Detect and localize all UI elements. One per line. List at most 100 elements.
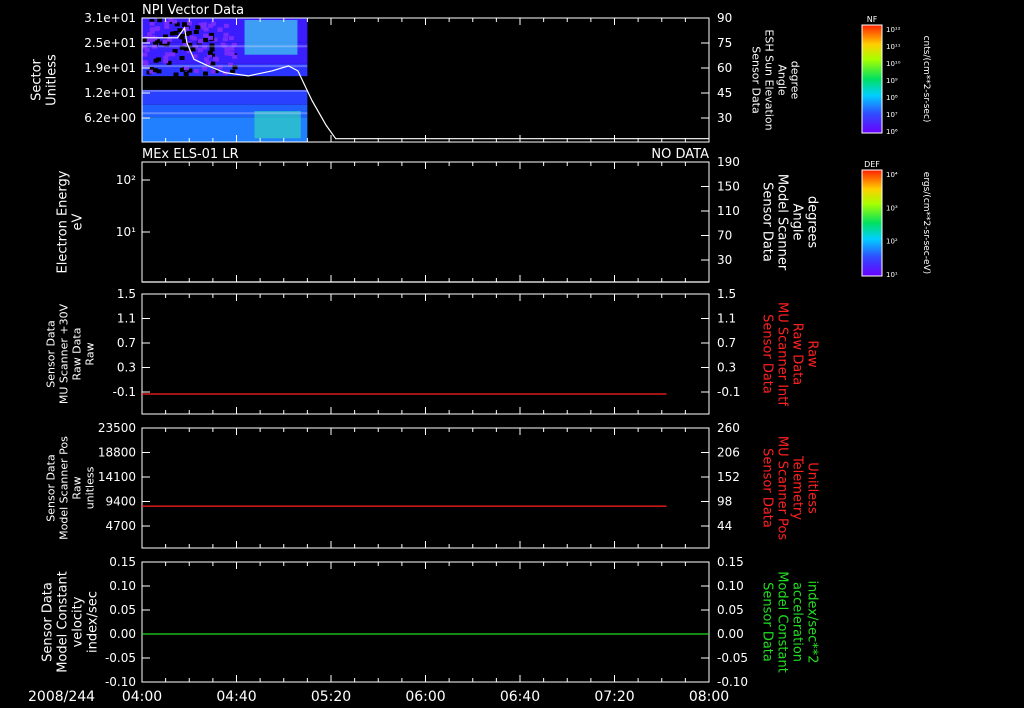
heatmap-cell xyxy=(229,46,235,51)
colorbar-label: NF xyxy=(867,15,878,24)
y-axis-label-left: Sensor Data Model Constant velocity index/s… xyxy=(41,571,101,673)
heatmap-cell xyxy=(189,35,195,40)
y-label-left-line: Sector xyxy=(30,58,45,100)
colorbar-tick-label: 10¹⁰ xyxy=(886,60,901,68)
heatmap-cell xyxy=(202,71,208,76)
heatmap-cell xyxy=(203,27,209,32)
y-tick-label-right: 0.05 xyxy=(717,603,744,617)
heatmap-cell xyxy=(147,32,153,37)
y-label-right-line: Raw xyxy=(805,340,820,368)
y-tick-label-left: 0.10 xyxy=(109,579,136,593)
y-tick-label-right: 0.3 xyxy=(717,361,736,375)
heatmap-cell xyxy=(193,68,199,73)
heatmap-row xyxy=(142,65,308,68)
y-tick-label-left: 1.9e+01 xyxy=(84,61,136,75)
y-tick-label-right: 190 xyxy=(717,155,740,169)
y-label-left-line: Model Constant xyxy=(56,571,71,673)
heatmap-cell xyxy=(153,58,159,63)
y-tick-label-right: 30 xyxy=(717,253,732,267)
panel-frame xyxy=(141,561,710,683)
y-tick-label-left: 6.2e+00 xyxy=(84,111,136,125)
y-tick-label-right: 110 xyxy=(717,204,740,218)
y-label-right-line: Sensor Data xyxy=(760,582,775,662)
y-tick-label-right: 1.1 xyxy=(717,312,736,326)
heatmap-cell xyxy=(142,52,148,57)
y-axis-label-right: Sensor Data Model Scanner Angle degrees xyxy=(760,174,820,271)
time-series-figure: 3.1e+01 2.5e+01 1.9e+01 1.2e+01 6.2e+00 90 75 6… xyxy=(28,3,931,705)
y-tick-label-right: -0.1 xyxy=(717,385,740,399)
panel-frame xyxy=(141,161,710,283)
y-label-right-line: Sensor Data xyxy=(750,46,763,113)
y-label-right-line: Angle xyxy=(790,204,805,241)
heatmap-cell xyxy=(172,19,178,24)
heatmap-cell xyxy=(163,59,169,64)
heatmap-cell xyxy=(223,23,229,28)
heatmap-cell xyxy=(179,35,185,40)
y-tick-label-left: 2.5e+01 xyxy=(84,36,136,50)
heatmap-band xyxy=(244,20,298,55)
x-tick-label: 07:20 xyxy=(594,689,634,705)
y-axis-label-left: Sensor Data Model Scanner Pos Raw unitless xyxy=(45,436,97,540)
heatmap-cell xyxy=(212,56,218,61)
panel-p5: 0.15 0.10 0.05 0.00 -0.05 -0.10 0.15 0.10 0.05 0.… xyxy=(41,555,820,689)
heatmap-cell xyxy=(223,32,229,37)
y-label-left-line: Electron Energy xyxy=(56,170,71,273)
heatmap-cell xyxy=(190,47,196,52)
colorbar-tick-label: 10² xyxy=(886,238,898,246)
y-tick-label-right: 152 xyxy=(717,470,740,484)
heatmap-cell xyxy=(162,39,168,44)
heatmap-cell xyxy=(210,21,216,26)
y-label-right-line: Model Scanner xyxy=(775,174,790,271)
heatmap-band xyxy=(142,89,308,105)
y-tick-label-right: 260 xyxy=(717,421,740,435)
y-axis-label-left: Sector Unitless xyxy=(30,54,60,106)
x-tick-label: 05:20 xyxy=(311,689,351,705)
heatmap-row xyxy=(142,112,308,115)
colorbar-tick-label: 10⁴ xyxy=(886,171,898,179)
y-label-left-line: Raw xyxy=(84,342,97,365)
y-tick-label-left: 4700 xyxy=(105,519,136,533)
panel-p2: 10² 10¹ 190 150 110 70 30 MEx ELS-01 LR NO DATA E… xyxy=(56,147,820,283)
colorbar-units-text: ergs/(cm**2-sr-sec-eV) xyxy=(921,172,931,274)
y-tick-label-right: 1.5 xyxy=(717,287,736,301)
heatmap-cell xyxy=(156,69,162,74)
heatmap-cell xyxy=(207,35,213,40)
colorbar-tick-label: 10¹¹ xyxy=(886,43,901,51)
y-tick-label-right: 44 xyxy=(717,519,732,533)
y-tick-label-right: 0.15 xyxy=(717,555,744,569)
panel-p1: 3.1e+01 2.5e+01 1.9e+01 1.2e+01 6.2e+00 90 75 6… xyxy=(30,3,802,143)
heatmap-cell xyxy=(228,51,234,56)
y-label-right-line: Model Constant xyxy=(775,571,790,673)
y-label-right-line: Raw Data xyxy=(790,323,805,386)
heatmap-cell xyxy=(149,21,155,26)
colorbar-p2: DEF 10⁴ 10³ 10² 10¹ ergs/(cm**2-sr-sec-eV) xyxy=(861,160,931,279)
y-axis-label-left: Sensor Data MU Scanner +30V Raw Data Raw xyxy=(45,303,97,404)
heatmap-cell xyxy=(209,47,215,52)
y-label-right-line: ESH Sun Elevation xyxy=(763,29,776,130)
y-axis-label-right: Sensor Data MU Scanner Intf Raw Data Raw xyxy=(760,302,820,406)
y-tick-label-left: 14100 xyxy=(98,470,136,484)
y-tick-label-left: 10¹ xyxy=(116,225,136,239)
heatmap-cell xyxy=(182,22,188,27)
heatmap-cell xyxy=(210,69,216,74)
y-axis-label-right: Sensor Data MU Scanner Pos Telemetry Unitle… xyxy=(760,436,820,541)
y-label-left-line: Raw xyxy=(71,476,84,499)
colorbar-tick-label: 10¹² xyxy=(886,26,901,34)
panel-title: MEx ELS-01 LR xyxy=(142,147,239,162)
y-label-right-line: degree xyxy=(789,61,802,100)
y-tick-label-right: 70 xyxy=(717,229,732,243)
heatmap-cell xyxy=(179,55,185,60)
y-tick-label-left: 0.7 xyxy=(117,336,136,350)
colorbar-gradient xyxy=(861,24,883,134)
colorbar-p1: NF 10¹² 10¹¹ 10¹⁰ 10⁹ 10⁸ 10⁷ 10⁶ cnts/(cm**2-sr… xyxy=(861,15,931,136)
heatmap-cell xyxy=(205,60,211,65)
x-tick-label: 08:00 xyxy=(689,689,729,705)
heatmap-cell xyxy=(167,18,173,23)
y-tick-label-left: 0.15 xyxy=(109,555,136,569)
y-tick-label-left: 18800 xyxy=(98,446,136,460)
y-tick-label-right: 0.00 xyxy=(717,627,744,641)
heatmap-cell xyxy=(183,71,189,76)
y-label-left-line: Model Scanner Pos xyxy=(58,436,71,540)
y-tick-label-right: -0.10 xyxy=(717,675,748,689)
panel-p4: 23500 18800 14100 9400 4700 260 206 152 98 44 Sens… xyxy=(45,421,820,549)
